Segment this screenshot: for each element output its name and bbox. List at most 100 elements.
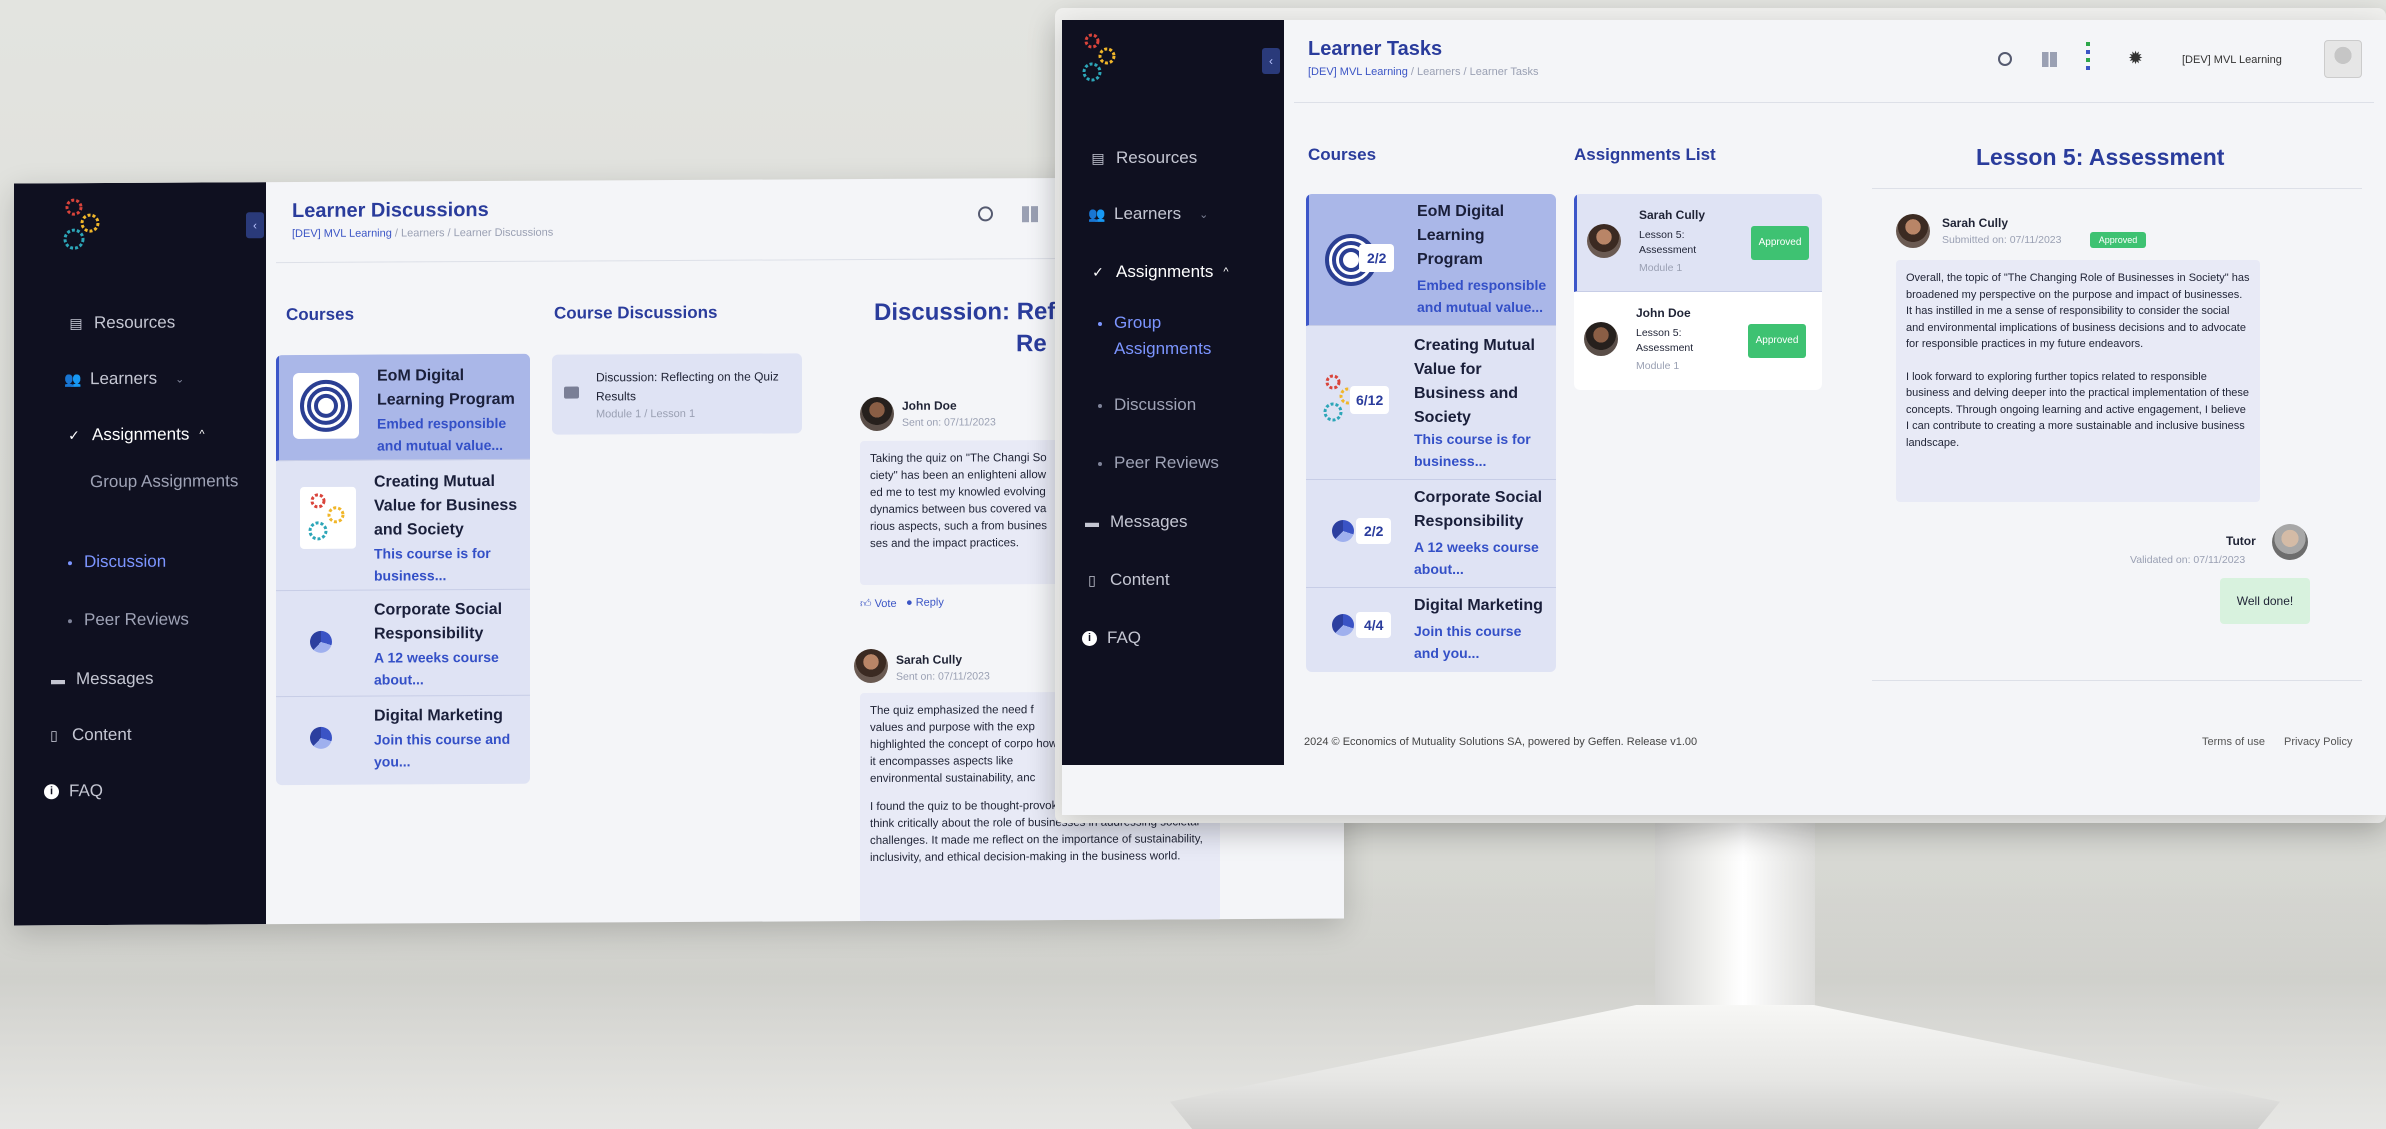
breadcrumb: [DEV] MVL Learning / Learners / Learner … (1308, 66, 1539, 78)
page-title: Learner Discussions (292, 198, 489, 223)
pie-icon (1332, 520, 1354, 542)
pie-icon (1332, 614, 1354, 636)
grid-icon[interactable] (2042, 52, 2057, 67)
breadcrumb-root-link[interactable]: [DEV] MVL Learning (292, 228, 392, 241)
nav-resources[interactable]: ▤ Resources (1090, 148, 1197, 168)
terms-link[interactable]: Terms of use (2202, 736, 2265, 748)
nav-peer-reviews[interactable]: Peer Reviews (1098, 450, 1219, 476)
footer-copyright: 2024 © Economics of Mutuality Solutions … (1304, 736, 1698, 748)
avatar (860, 396, 894, 432)
course-progress-badge: 4/4 (1356, 612, 1392, 638)
header-divider (1294, 102, 2374, 103)
nav-group-assignments[interactable]: Group Assignments (90, 468, 240, 495)
org-label[interactable]: [DEV] MVL Learning (2182, 54, 2282, 66)
resources-icon: ▤ (1091, 150, 1105, 166)
nav-messages[interactable]: ▬ Messages (50, 669, 153, 690)
nav-discussion[interactable]: Discussion (1098, 392, 1196, 418)
nav-discussion[interactable]: Discussion (68, 549, 166, 576)
info-icon: i (44, 783, 59, 799)
discussion-item[interactable]: Discussion: Reflecting on the Quiz Resul… (552, 353, 802, 435)
nav-assignments[interactable]: ✓ Assignments ^ (66, 424, 205, 445)
avatar (2272, 524, 2308, 560)
bullet (68, 560, 72, 565)
users-icon: 👥 (64, 371, 82, 388)
info-icon: i (1082, 630, 1097, 646)
vote-button[interactable]: 👍︎ Vote (860, 597, 897, 610)
chevron-up-icon: ^ (1223, 266, 1229, 278)
submission-message: Overall, the topic of "The Changing Role… (1896, 260, 2260, 502)
nav-resources[interactable]: ▤ Resources (68, 313, 175, 334)
course-item[interactable]: 6/12 Creating Mutual Value for Business … (1306, 326, 1556, 480)
avatar (1896, 214, 1930, 248)
course-list: 2/2 EoM Digital Learning Program Embed r… (1306, 194, 1556, 672)
nav-faq[interactable]: i FAQ (1082, 628, 1141, 648)
file-icon: ▯ (50, 727, 58, 744)
avatar[interactable] (2324, 40, 2362, 78)
avatar (1587, 224, 1621, 258)
grid-icon[interactable] (1022, 206, 1038, 223)
nav-faq[interactable]: i FAQ (44, 781, 103, 801)
reply-button[interactable]: ● Reply (906, 597, 944, 609)
assignment-item[interactable]: Sarah Cully Lesson 5: Assessment Module … (1574, 194, 1822, 292)
courses-title: Courses (1308, 145, 1377, 164)
nav-learners[interactable]: 👥 Learners ⌄ (1088, 204, 1208, 224)
nav-group-assignments[interactable]: Group Assignments (1098, 310, 1258, 362)
bullet (1098, 321, 1102, 326)
apps-icon[interactable] (2086, 42, 2090, 72)
nav-assignments[interactable]: ✓ Assignments ^ (1090, 262, 1229, 282)
logo-gears-icon (1082, 33, 1116, 82)
assignments-list: Sarah Cully Lesson 5: Assessment Module … (1574, 194, 1822, 390)
left-sidebar: ‹ ▤ Resources 👥 Learners ⌄ ✓ Assignments… (14, 182, 266, 926)
chevron-down-icon: ⌄ (175, 373, 185, 386)
file-icon: ▯ (1088, 572, 1096, 588)
course-item[interactable]: 2/2 Corporate Social Responsibility A 12… (1306, 480, 1556, 588)
assignment-item[interactable]: John Doe Lesson 5: Assessment Module 1 A… (1574, 292, 1822, 390)
search-icon[interactable] (978, 206, 993, 222)
course-discussions-title: Course Discussions (554, 302, 718, 323)
nav-messages[interactable]: ▬ Messages (1084, 512, 1187, 532)
thumbs-up-icon: 👍︎ (860, 597, 872, 611)
course-progress-badge: 6/12 (1350, 386, 1390, 414)
breadcrumb-root-link[interactable]: [DEV] MVL Learning (1308, 66, 1408, 78)
nav-content[interactable]: ▯ Content (46, 725, 131, 745)
courses-title: Courses (286, 304, 355, 325)
course-logo-icon (293, 372, 359, 439)
pie-icon (310, 630, 332, 653)
divider (1872, 680, 2362, 681)
monitor-stand-neck (1655, 815, 1815, 1020)
course-progress-badge: 2/2 (1359, 244, 1395, 272)
resources-icon: ▤ (69, 315, 83, 332)
status-badge: Approved (1751, 226, 1809, 260)
status-badge: Approved (2090, 232, 2146, 248)
search-icon[interactable] (1998, 52, 2012, 66)
course-progress-badge: 2/2 (1356, 518, 1392, 544)
bullet (68, 618, 72, 623)
chevron-up-icon: ^ (199, 428, 205, 441)
collapse-sidebar-button[interactable]: ‹ (246, 212, 264, 239)
privacy-link[interactable]: Privacy Policy (2284, 736, 2352, 748)
status-badge: Approved (1748, 324, 1806, 358)
course-item[interactable]: EoM Digital Learning Program Embed respo… (276, 353, 530, 462)
avatar (854, 648, 888, 684)
bullet (1098, 461, 1102, 466)
sun-icon[interactable]: ✹ (2128, 48, 2143, 69)
users-icon: 👥 (1088, 206, 1106, 222)
nav-peer-reviews[interactable]: Peer Reviews (68, 607, 189, 634)
course-item[interactable]: Digital Marketing Join this course and y… (276, 696, 530, 785)
collapse-sidebar-button[interactable]: ‹ (1262, 48, 1280, 74)
logo-gears-icon (63, 198, 100, 250)
divider (1872, 188, 2362, 189)
course-item[interactable]: 2/2 EoM Digital Learning Program Embed r… (1306, 194, 1556, 326)
lesson-title: Lesson 5: Assessment (1976, 144, 2225, 170)
course-item[interactable]: 4/4 Digital Marketing Join this course a… (1306, 588, 1556, 672)
course-list: EoM Digital Learning Program Embed respo… (276, 353, 530, 786)
gears-icon (300, 486, 356, 549)
chat-icon: ● (906, 596, 913, 609)
nav-content[interactable]: ▯ Content (1084, 570, 1169, 590)
chat-icon (564, 386, 579, 399)
chevron-down-icon: ⌄ (1199, 208, 1209, 221)
course-item[interactable]: Corporate Social Responsibility A 12 wee… (276, 589, 530, 698)
messages-icon: ▬ (51, 671, 65, 688)
nav-learners[interactable]: 👥 Learners ⌄ (64, 369, 184, 390)
course-item[interactable]: Creating Mutual Value for Business and S… (276, 459, 530, 592)
